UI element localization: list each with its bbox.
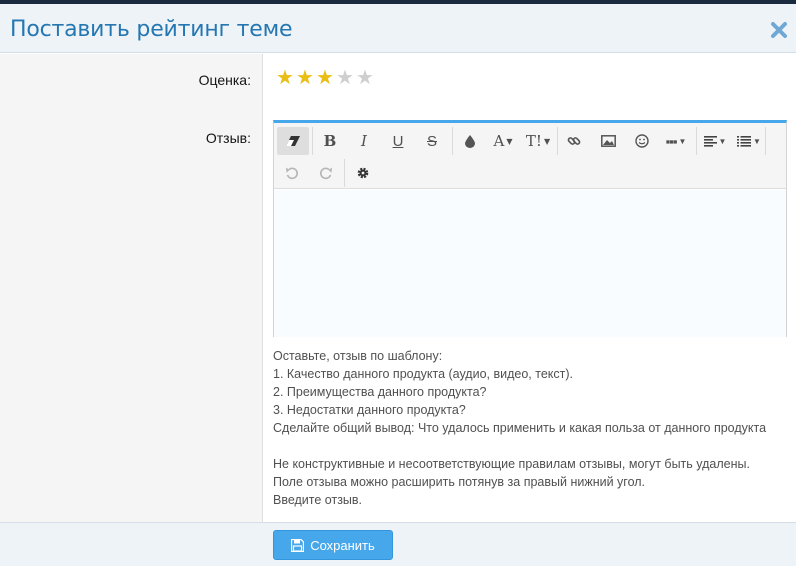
save-button[interactable]: Сохранить bbox=[273, 530, 393, 560]
toolbar-separator bbox=[557, 127, 558, 155]
toolbar-separator bbox=[696, 127, 697, 155]
redo-icon[interactable] bbox=[312, 159, 340, 187]
align-icon[interactable]: ▼ bbox=[699, 127, 731, 155]
dots-icon: ▪▪▪ bbox=[665, 133, 678, 149]
strikethrough-icon[interactable]: S bbox=[418, 127, 446, 155]
review-label: Отзыв: bbox=[205, 130, 251, 146]
dialog-header: Поставить рейтинг теме bbox=[0, 4, 796, 53]
dialog-footer: Сохранить bbox=[0, 522, 796, 566]
hint-line: Не конструктивные и несоответствующие пр… bbox=[273, 457, 750, 471]
chevron-down-icon: ▼ bbox=[753, 136, 761, 146]
toolbar-separator bbox=[312, 127, 313, 155]
undo-icon[interactable] bbox=[278, 159, 306, 187]
review-textarea[interactable] bbox=[274, 190, 786, 337]
star-5[interactable]: ★ bbox=[356, 68, 376, 88]
hint-line: Сделайте общий вывод: Что удалось примен… bbox=[273, 421, 767, 435]
star-1[interactable]: ★ bbox=[276, 68, 296, 88]
italic-icon[interactable]: I bbox=[350, 127, 378, 155]
editor-toolbar: B I U S A ▼ T! ▼ ▪▪▪ ▼ ▼ ▼ bbox=[274, 123, 786, 189]
list-icon[interactable]: ▼ bbox=[733, 127, 765, 155]
star-4[interactable]: ★ bbox=[336, 68, 356, 88]
bold-icon[interactable]: B bbox=[316, 127, 344, 155]
font-size-icon[interactable]: T! ▼ bbox=[522, 127, 554, 155]
toolbar-separator bbox=[452, 127, 453, 155]
star-2[interactable]: ★ bbox=[296, 68, 316, 88]
hint-line: Поле отзыва можно расширить потянув за п… bbox=[273, 475, 646, 489]
toolbar-separator bbox=[344, 159, 345, 187]
settings-icon[interactable] bbox=[349, 159, 377, 187]
remove-format-icon[interactable] bbox=[277, 127, 309, 155]
font-family-icon[interactable]: A ▼ bbox=[487, 127, 519, 155]
dialog-title: Поставить рейтинг теме bbox=[10, 17, 293, 42]
hint-line: 2. Преимущества данного продукта? bbox=[273, 385, 487, 399]
link-icon[interactable] bbox=[560, 127, 588, 155]
floppy-disk-icon bbox=[291, 538, 305, 552]
more-icon[interactable]: ▪▪▪ ▼ bbox=[660, 127, 692, 155]
form-label-column bbox=[0, 54, 263, 522]
star-3[interactable]: ★ bbox=[316, 68, 336, 88]
smilie-icon[interactable] bbox=[628, 127, 656, 155]
hint-line: Введите отзыв. bbox=[273, 493, 363, 507]
font-family-glyph: A bbox=[493, 132, 505, 150]
toolbar-separator bbox=[765, 127, 766, 155]
chevron-down-icon: ▼ bbox=[678, 136, 687, 146]
rating-stars[interactable]: ★ ★ ★ ★ ★ bbox=[276, 68, 376, 88]
save-button-label: Сохранить bbox=[310, 537, 375, 553]
rating-label: Оценка: bbox=[198, 72, 251, 88]
font-size-glyph: T! bbox=[525, 132, 542, 150]
chevron-down-icon: ▼ bbox=[718, 136, 727, 146]
image-icon[interactable] bbox=[594, 127, 622, 155]
hint-line bbox=[273, 437, 796, 455]
chevron-down-icon: ▼ bbox=[506, 136, 513, 146]
review-editor: B I U S A ▼ T! ▼ ▪▪▪ ▼ ▼ ▼ bbox=[273, 120, 787, 337]
underline-icon[interactable]: U bbox=[384, 127, 412, 155]
close-icon[interactable] bbox=[770, 21, 788, 39]
hint-line: Оставьте, отзыв по шаблону: bbox=[273, 349, 443, 363]
chevron-down-icon: ▼ bbox=[543, 136, 551, 146]
hint-line: 3. Недостатки данного продукта? bbox=[273, 403, 466, 417]
review-hint: Оставьте, отзыв по шаблону: 1. Качество … bbox=[273, 347, 796, 509]
color-icon[interactable] bbox=[456, 127, 484, 155]
hint-line: 1. Качество данного продукта (аудио, вид… bbox=[273, 367, 573, 381]
